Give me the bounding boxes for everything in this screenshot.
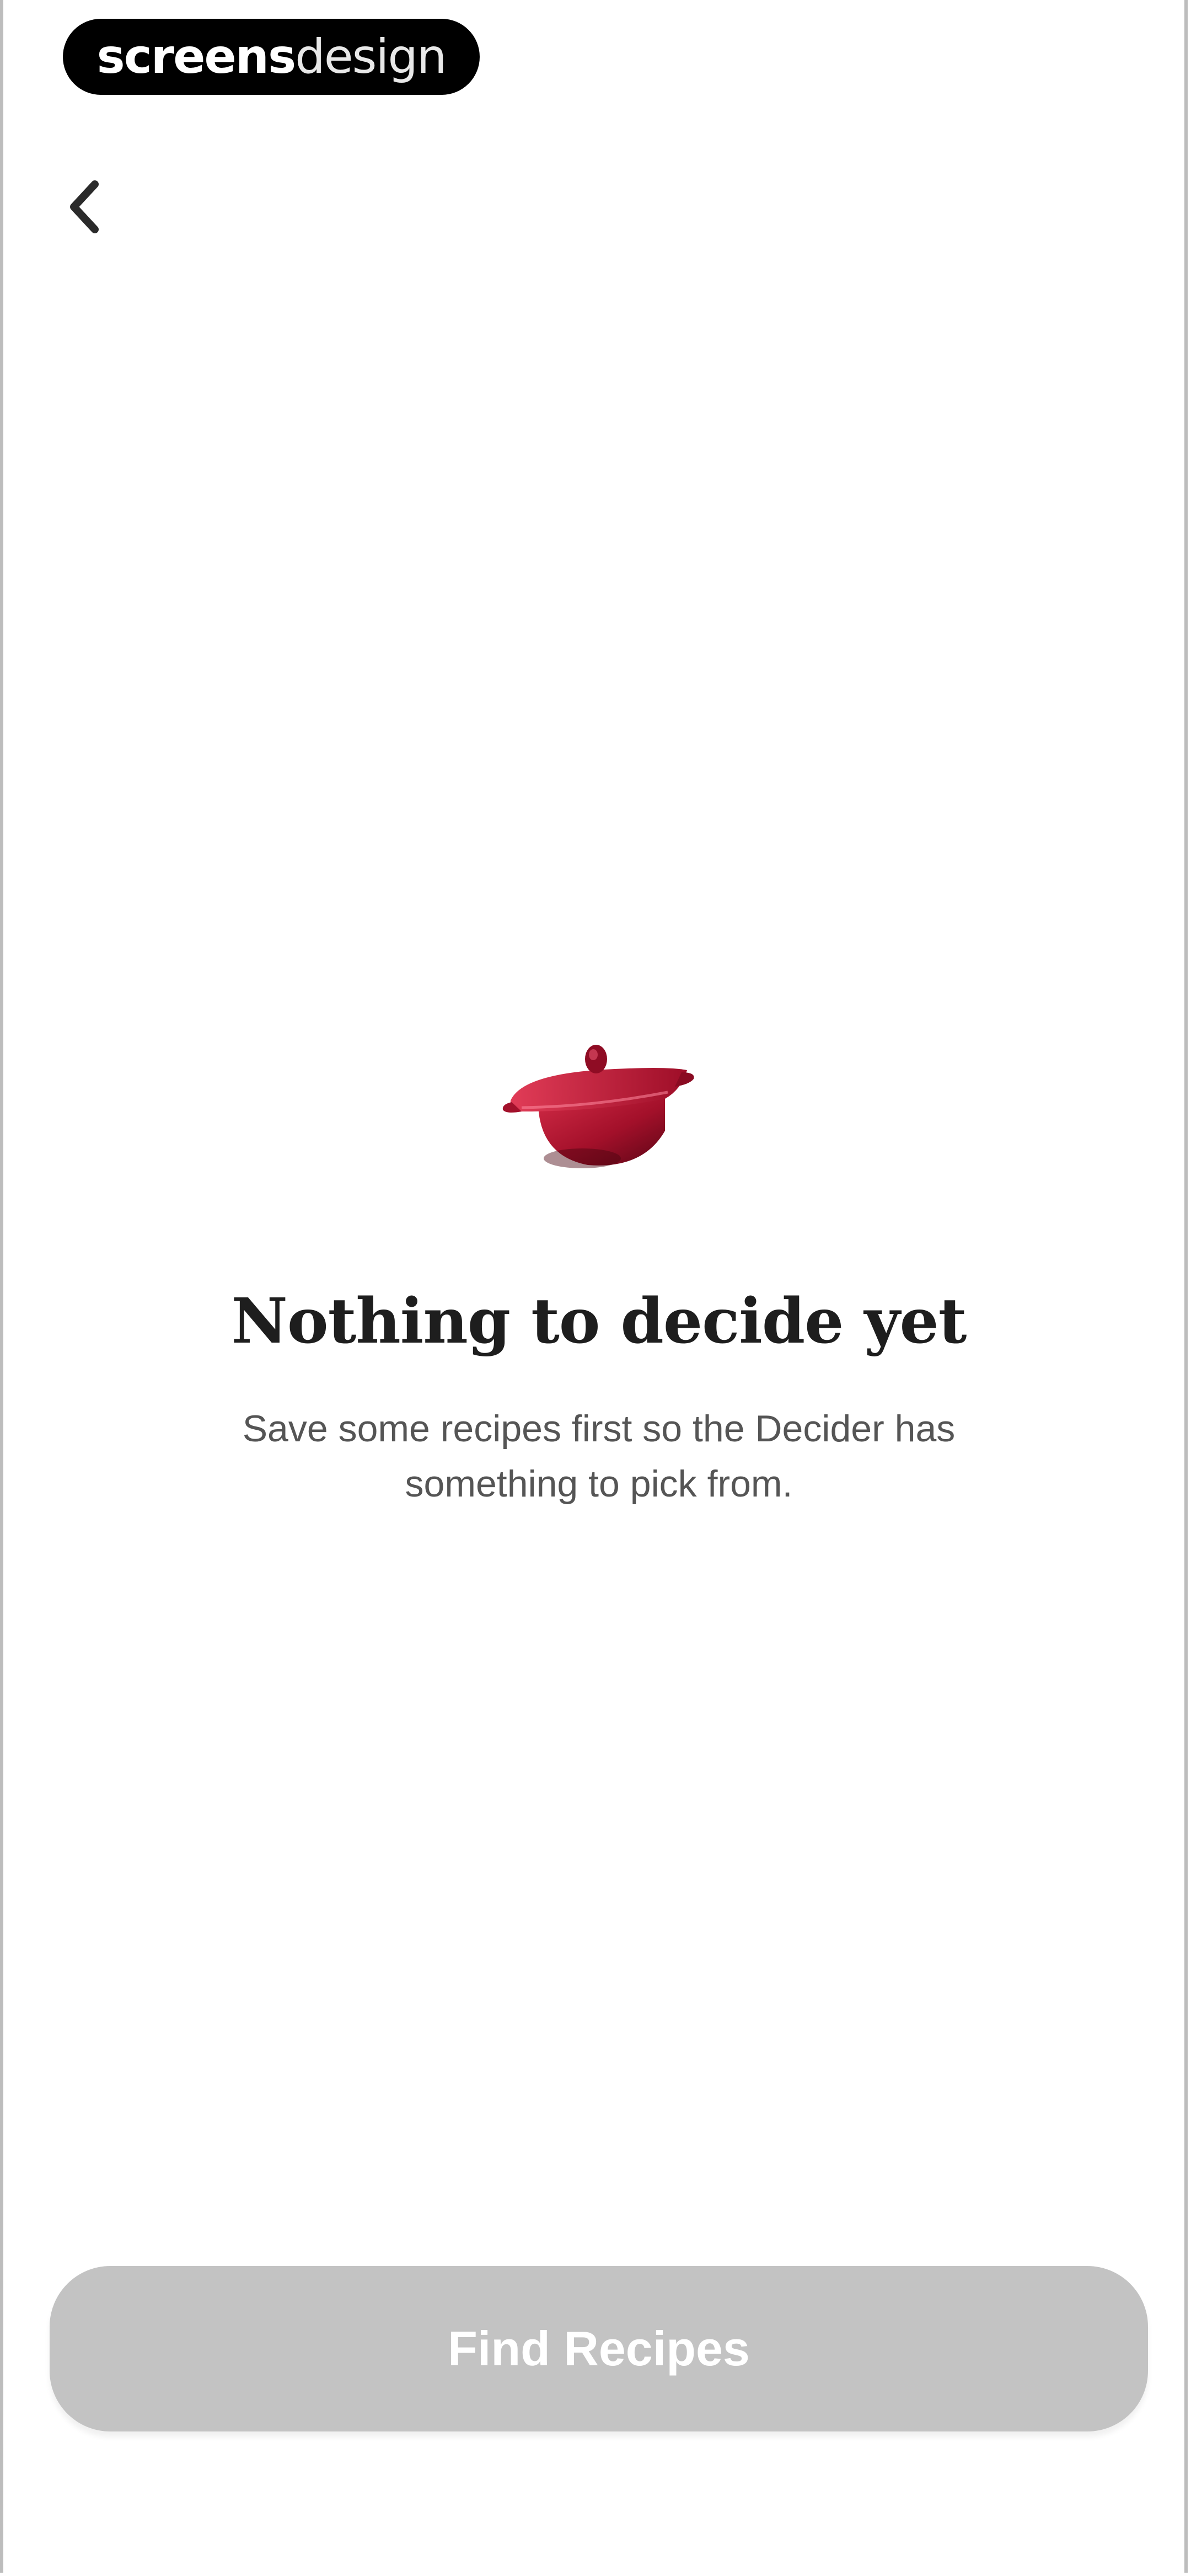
back-button[interactable]	[54, 168, 115, 245]
chevron-left-icon	[70, 180, 99, 233]
cooking-pot-illustration	[502, 1045, 694, 1168]
watermark-part-design: design	[295, 29, 447, 84]
find-recipes-label: Find Recipes	[448, 2321, 750, 2376]
empty-state-title: Nothing to decide yet	[231, 1285, 967, 1358]
empty-state-subtitle: Save some recipes first so the Decider h…	[242, 1408, 956, 1505]
watermark-part-screens: screens	[96, 29, 297, 84]
app-screen: screens design Nothing to decide yet Sav…	[0, 0, 1188, 2573]
watermark-logo: screens design	[63, 19, 480, 95]
find-recipes-button[interactable]: Find Recipes	[50, 2266, 1148, 2431]
